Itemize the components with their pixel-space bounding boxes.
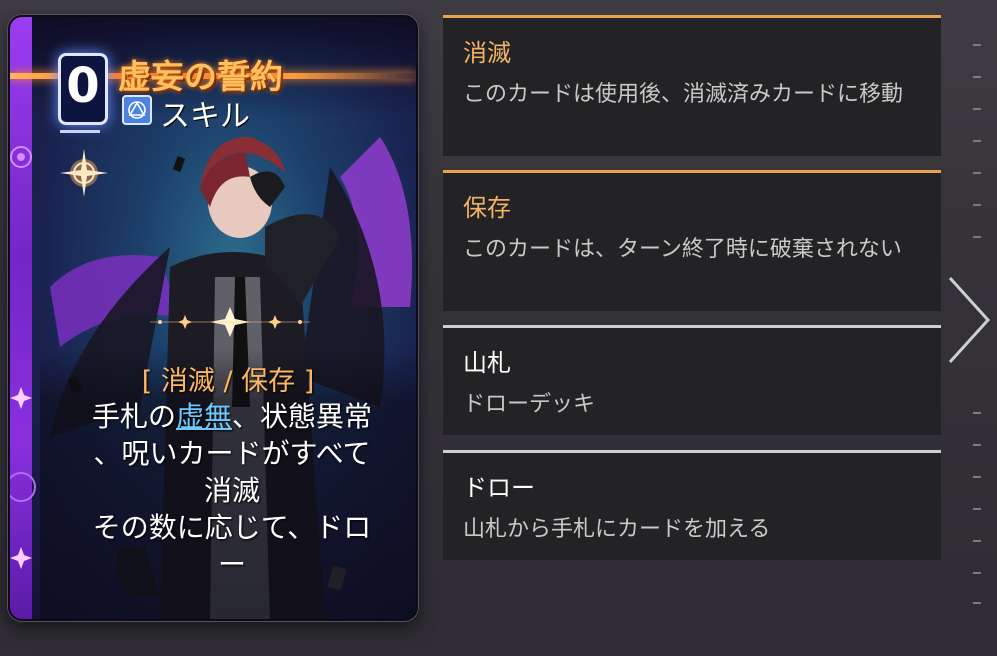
keyword-title: ドロー	[463, 474, 535, 502]
card-description: 手札の虚無、状態異常 、呪いカードがすべて 消滅 その数に応じて、ドロ ー	[74, 398, 390, 583]
card-keywords: [ 消滅 / 保存 ]	[141, 366, 315, 397]
compass-star-icon	[60, 149, 108, 197]
scroll-ruler	[973, 44, 981, 604]
keyword-link-void[interactable]: 虚無	[176, 400, 232, 433]
chevron-right-icon[interactable]	[944, 270, 994, 370]
keyword-tooltip-draw: ドロー 山札から手札にカードを加える	[443, 450, 941, 560]
keyword-title: 山札	[463, 349, 511, 377]
keyword-description: 山札から手札にカードを加える	[463, 517, 771, 542]
energy-cost: 0	[58, 53, 108, 125]
desc-text: 手札の	[91, 400, 176, 433]
keyword-title: 保存	[463, 194, 511, 222]
keyword-title: 消滅	[463, 39, 511, 67]
skill-card[interactable]: 0 虚妄の誓約 スキル [ 消滅 / 保存 ] 手札の虚無、状態異常 、呪いカー…	[8, 15, 418, 621]
keyword-tooltip-exhaust: 消滅 このカードは使用後、消滅済みカードに移動	[443, 15, 941, 156]
desc-line: 、呪いカードがすべて	[93, 437, 371, 470]
keyword-description: このカードは、ターン終了時に破棄されない	[463, 237, 902, 262]
desc-line: 消滅	[203, 474, 260, 507]
sparkle-divider	[150, 307, 310, 337]
desc-text: 、状態異常	[232, 400, 373, 433]
keyword-description: ドローデッキ	[463, 392, 596, 417]
desc-line: その数に応じて、ドロ	[92, 511, 372, 544]
keyword-description: このカードは使用後、消滅済みカードに移動	[463, 82, 904, 107]
card-type-label: スキル	[160, 99, 250, 134]
skill-type-icon	[122, 95, 152, 125]
keyword-tooltip-retain: 保存 このカードは、ターン終了時に破棄されない	[443, 170, 941, 311]
frame-ornament	[10, 146, 36, 569]
cost-underline	[60, 130, 100, 133]
keyword-tooltip-draw-pile: 山札 ドローデッキ	[443, 325, 941, 435]
desc-line: ー	[217, 548, 246, 581]
